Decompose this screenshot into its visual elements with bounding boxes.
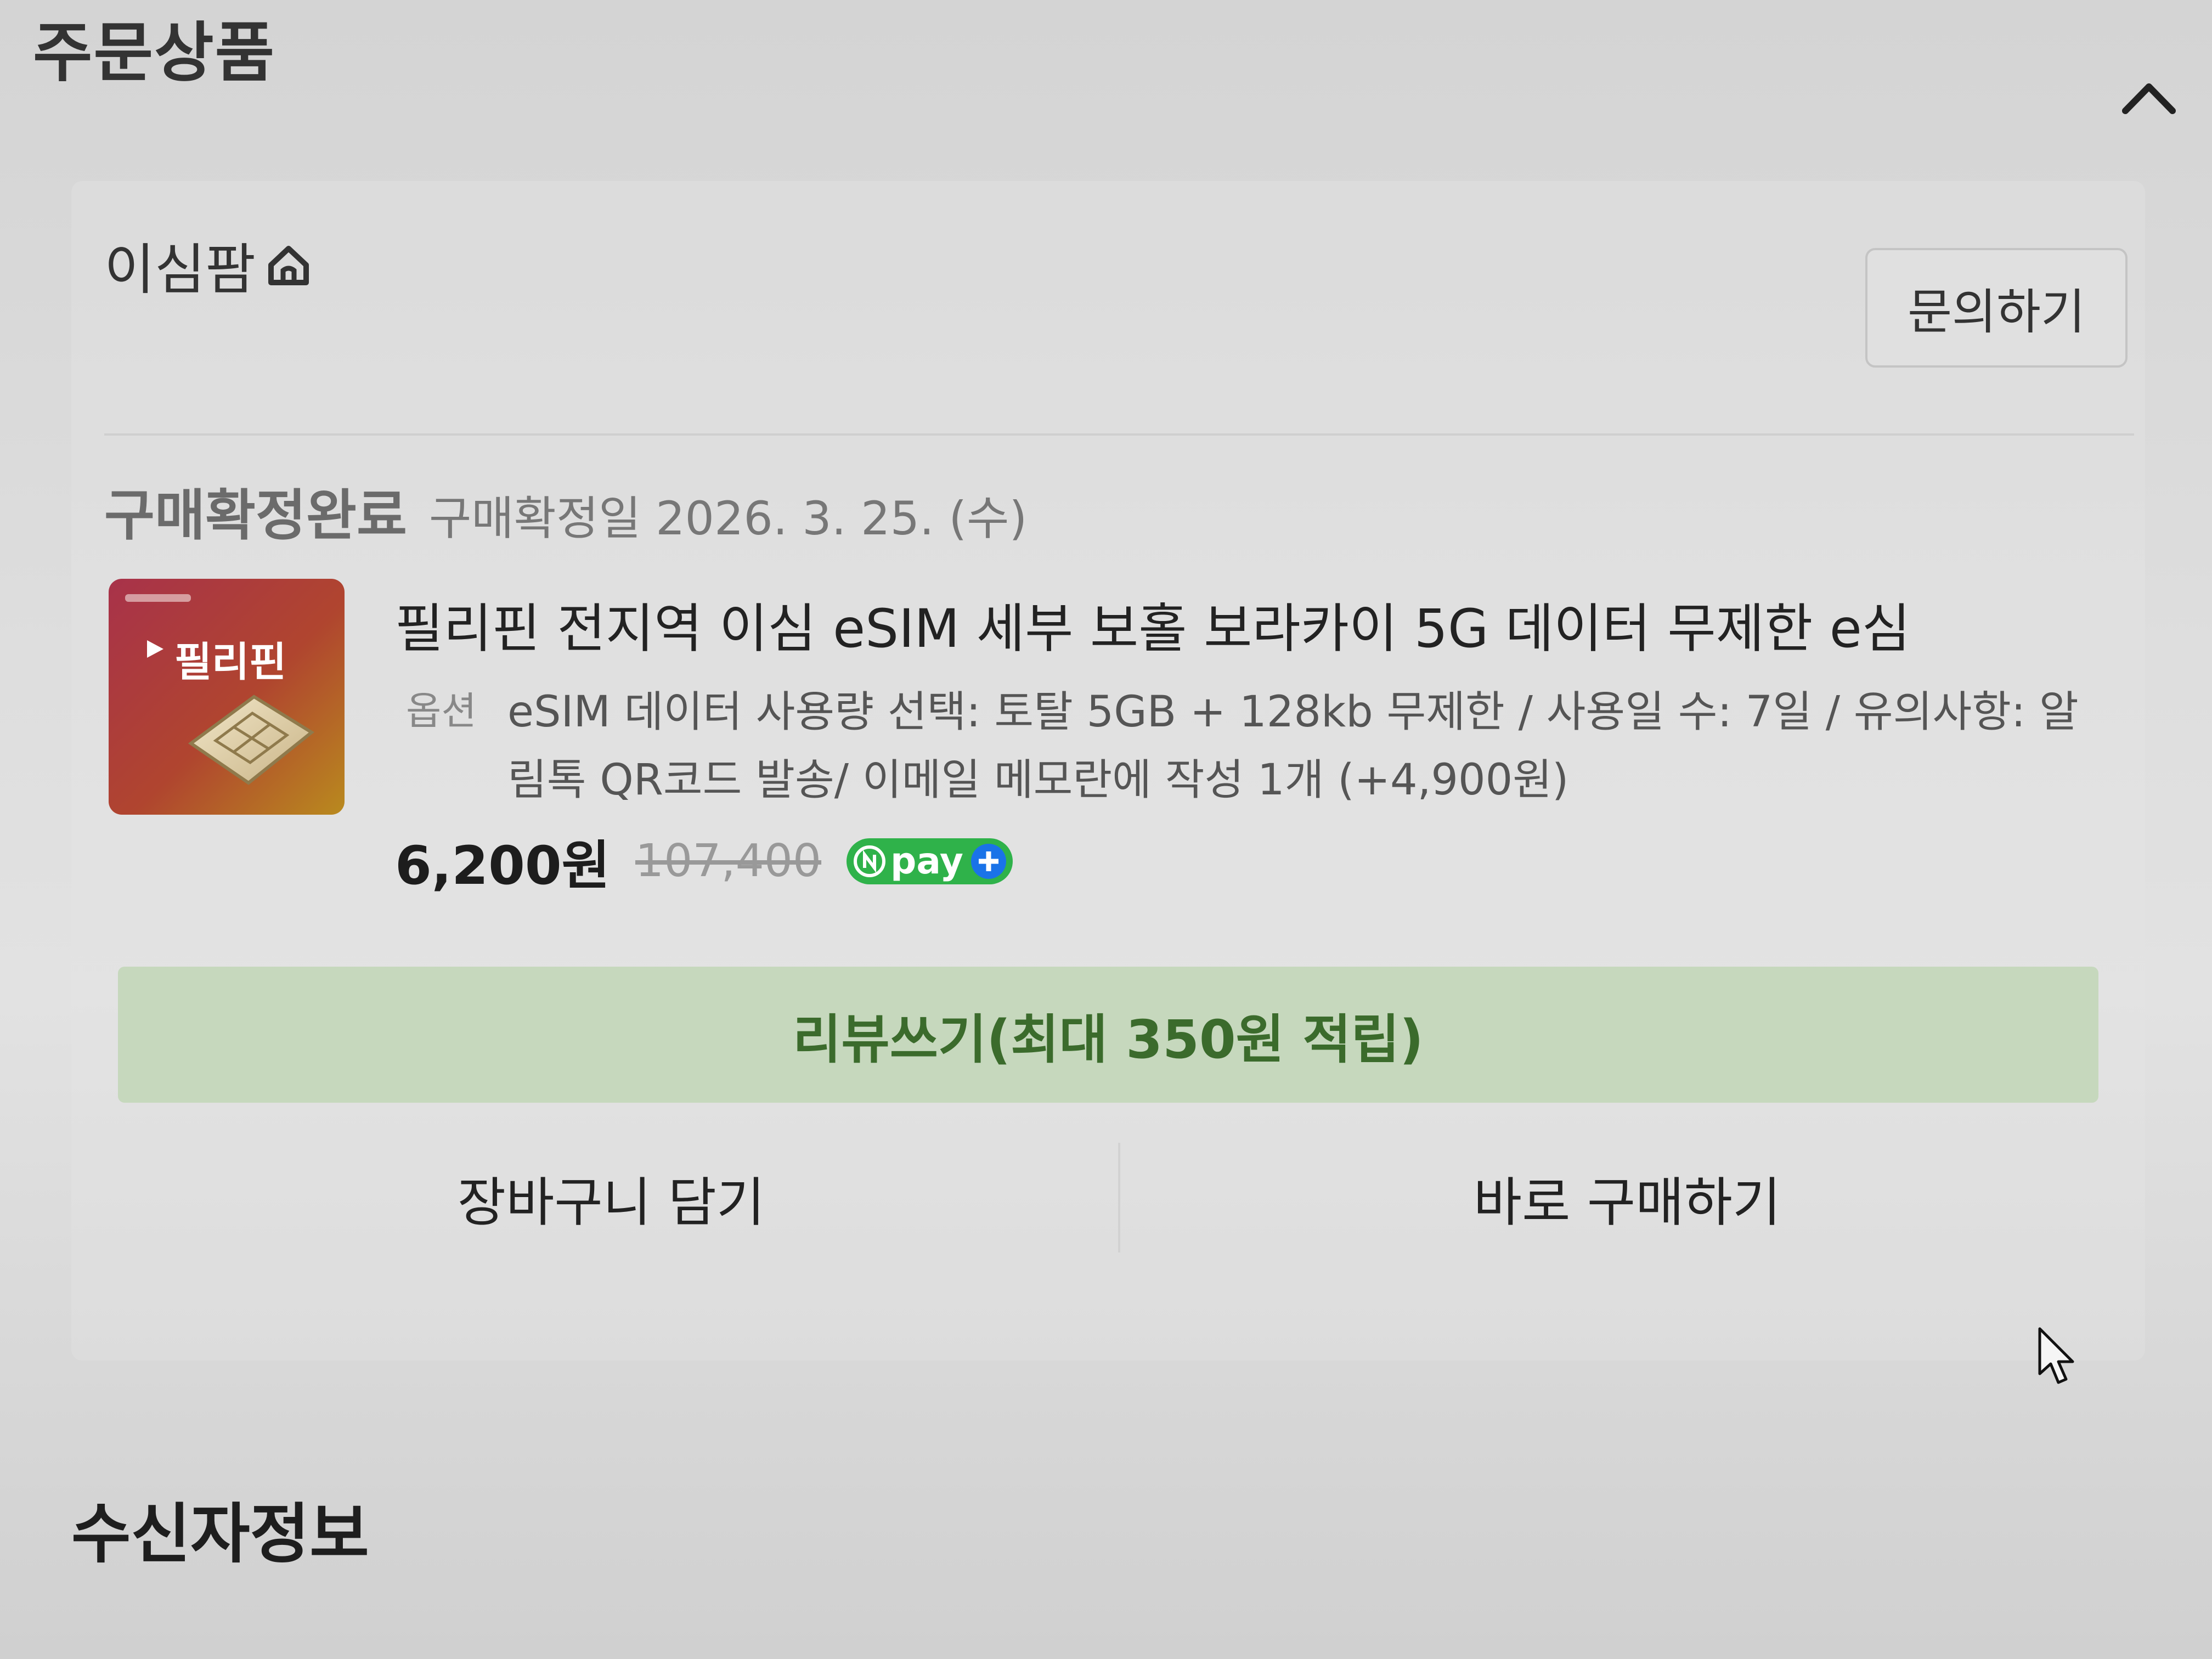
- option-text: eSIM 데이터 사용량 선택: 토탈 5GB + 128kb 무제한 / 사용…: [507, 687, 2079, 805]
- original-price: 107,400: [635, 835, 822, 887]
- action-buttons-row: 장바구니 담기 바로 구매하기: [104, 1129, 2134, 1266]
- option-label: 옵션: [406, 689, 477, 733]
- product-name[interactable]: 필리핀 전지역 이심 eSIM 세부 보홀 보라카이 5G 데이터 무제한 e심: [395, 586, 1910, 662]
- divider: [104, 433, 2134, 436]
- npay-label: pay: [890, 840, 963, 882]
- order-status-line: 구매확정완료 구매확정일 2026. 3. 25. (수): [104, 471, 1027, 550]
- sale-price: 6,200원: [395, 835, 610, 896]
- section-title: 주문상품: [33, 15, 276, 91]
- buy-now-button[interactable]: 바로 구매하기: [1120, 1129, 2134, 1266]
- seller-link[interactable]: 이심팜: [104, 225, 312, 304]
- npay-badge: pay: [847, 838, 1013, 884]
- thumbnail-label: 필리핀: [174, 639, 287, 686]
- mouse-cursor-icon: [2038, 1327, 2074, 1384]
- product-thumbnail[interactable]: 필리핀: [109, 579, 345, 815]
- add-to-cart-button[interactable]: 장바구니 담기: [104, 1129, 1118, 1266]
- seller-name: 이심팜: [104, 238, 256, 302]
- collapse-button[interactable]: [2119, 71, 2179, 121]
- product-image: [109, 579, 345, 815]
- order-items-page: 주문상품 이심팜 문의하기 구매확정완료 구매확정일 2026. 3. 25. …: [0, 0, 2212, 1659]
- naver-n-icon: [854, 845, 886, 877]
- write-review-button[interactable]: 리뷰쓰기(최대 350원 적립): [118, 967, 2098, 1103]
- price-row: 6,200원 107,400 pay: [395, 823, 1013, 899]
- inquiry-button[interactable]: 문의하기: [1865, 248, 2128, 368]
- plus-circle-icon: [970, 843, 1006, 879]
- home-icon: [268, 245, 309, 285]
- chevron-up-icon: [2122, 83, 2176, 114]
- recipient-info-title: 수신자정보: [71, 1496, 369, 1572]
- order-status: 구매확정완료: [104, 483, 407, 548]
- confirm-date: 구매확정일 2026. 3. 25. (수): [429, 492, 1028, 545]
